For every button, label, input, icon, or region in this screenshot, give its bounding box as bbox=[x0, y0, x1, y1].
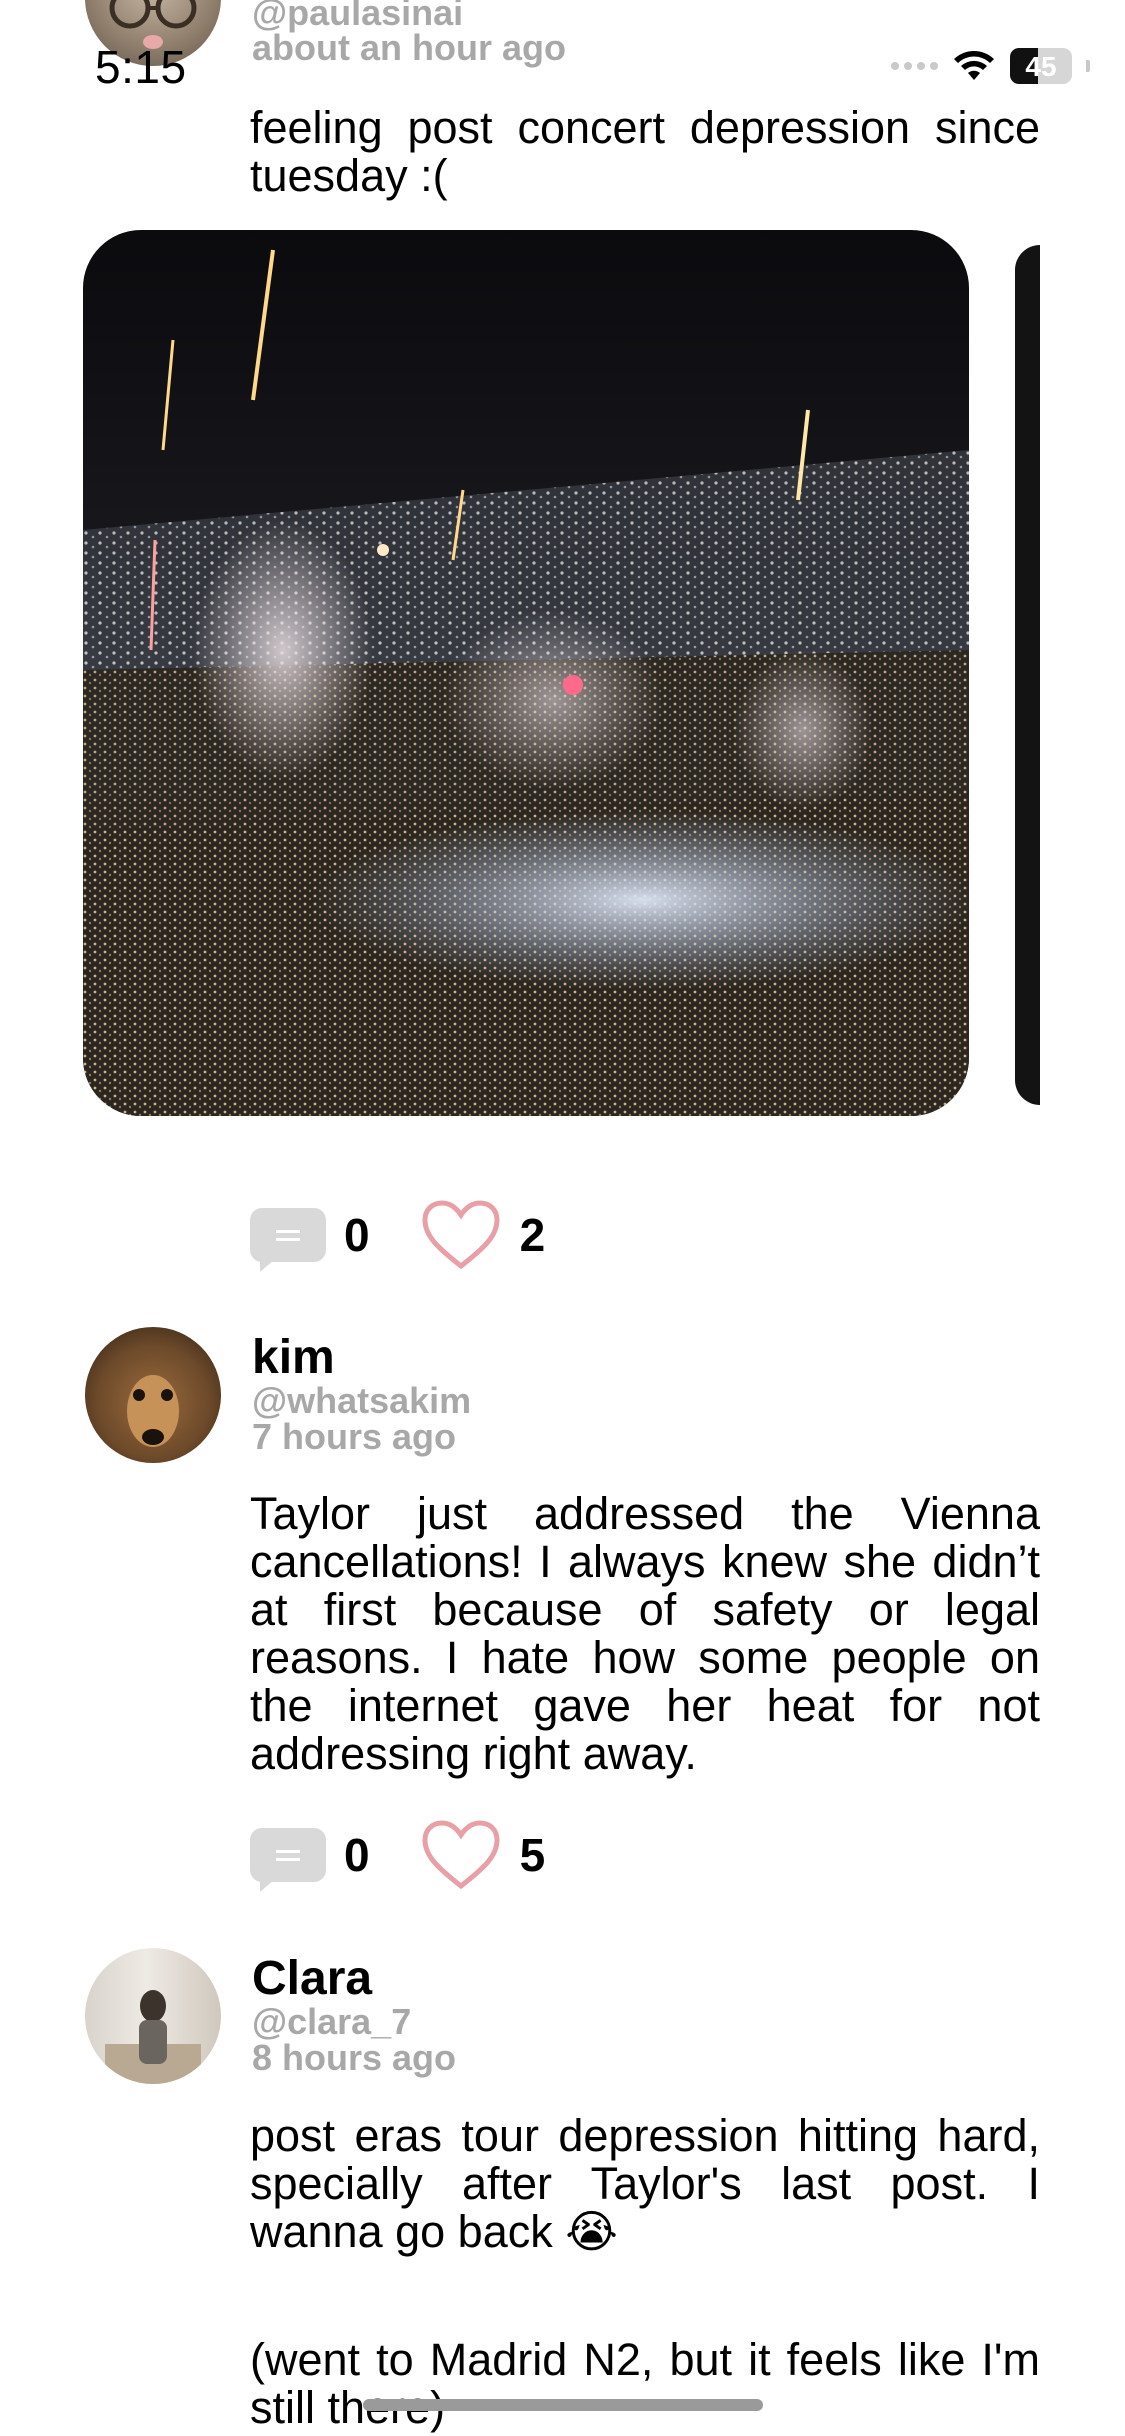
avatar-photo bbox=[105, 1990, 201, 2084]
post-text: feeling post concert depression since tu… bbox=[250, 102, 1053, 201]
avatar[interactable] bbox=[85, 1948, 221, 2084]
home-indicator[interactable] bbox=[363, 2399, 763, 2411]
comment-count: 0 bbox=[344, 1829, 370, 1881]
avatar[interactable] bbox=[85, 1327, 221, 1463]
heart-icon[interactable] bbox=[422, 1820, 500, 1890]
post-author-name[interactable]: Clara bbox=[252, 1951, 372, 2006]
comment-count: 0 bbox=[344, 1209, 370, 1261]
post-text-continued: (went to Madrid N2, but it feels like I'… bbox=[250, 2334, 1053, 2433]
next-photo-peek[interactable] bbox=[1015, 245, 1040, 1105]
post-photo[interactable] bbox=[83, 230, 969, 1116]
signal-icon bbox=[891, 62, 938, 70]
post-time: 7 hours ago bbox=[252, 1416, 457, 1457]
post-time: about an hour ago bbox=[252, 27, 566, 68]
post-time: 8 hours ago bbox=[252, 2037, 457, 2078]
post-author-name[interactable]: kim bbox=[252, 1330, 335, 1385]
heart-icon[interactable] bbox=[422, 1200, 500, 1270]
battery-level: 45 bbox=[1025, 51, 1057, 82]
battery-icon: 45 bbox=[1010, 48, 1072, 84]
avatar-photo bbox=[127, 1375, 179, 1447]
post-actions: 0 5 bbox=[250, 1820, 546, 1892]
like-count: 5 bbox=[519, 1829, 546, 1881]
like-count: 2 bbox=[519, 1209, 546, 1261]
wifi-icon bbox=[954, 51, 994, 80]
status-time: 5:15 bbox=[95, 41, 187, 93]
post-text: Taylor just addressed the Vienna cancell… bbox=[250, 1488, 1053, 1779]
post-text: post eras tour depression hitting hard, … bbox=[250, 2110, 1053, 2257]
battery-tip bbox=[1086, 60, 1090, 72]
post-actions: 0 2 bbox=[250, 1200, 546, 1272]
status-icons: 45 bbox=[891, 48, 1090, 84]
comment-icon[interactable] bbox=[250, 1826, 326, 1892]
comment-icon[interactable] bbox=[250, 1206, 326, 1272]
concert-stadium-photo bbox=[83, 230, 969, 1116]
